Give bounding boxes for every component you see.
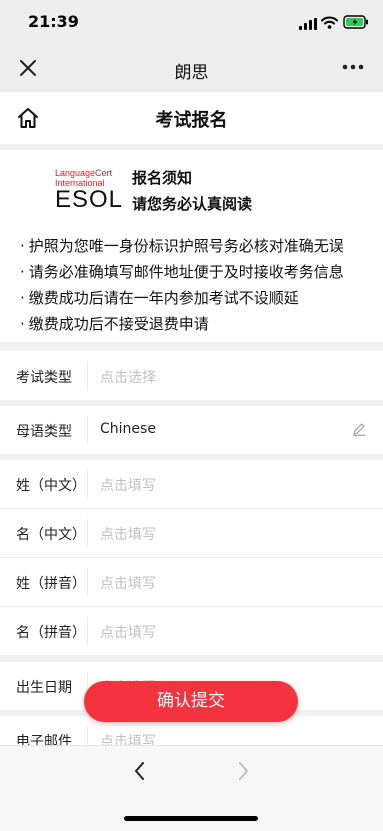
rule-item: · 缴费成功后不接受退费申请 <box>20 315 209 333</box>
languagecert-logo: LanguageCert International ESOL <box>55 168 124 213</box>
surname-cn-field[interactable]: 姓（中文） 点击填写 <box>0 460 383 508</box>
field-label: 姓（拼音） <box>16 576 86 592</box>
more-icon[interactable] <box>342 64 364 70</box>
signal-icon <box>299 18 317 30</box>
page-title: 考试报名 <box>155 110 228 131</box>
rule-item: · 请务必准确填写邮件地址便于及时接收考务信息 <box>20 263 344 281</box>
home-indicator <box>124 816 258 821</box>
field-label: 母语类型 <box>16 424 72 440</box>
nav-title: 朗思 <box>174 63 209 83</box>
native-language-field[interactable]: 母语类型 Chinese <box>0 406 383 454</box>
field-label: 名（拼音） <box>16 625 86 641</box>
forward-arrow-icon[interactable] <box>234 760 252 782</box>
given-cn-input[interactable]: 点击填写 <box>100 524 156 544</box>
status-time: 21:39 <box>28 12 79 31</box>
battery-icon <box>343 15 368 29</box>
surname-pinyin-field[interactable]: 姓（拼音） 点击填写 <box>0 558 383 606</box>
notice-subtitle: 请您务必认真阅读 <box>132 195 253 213</box>
notice-title: 报名须知 <box>132 169 193 187</box>
divider <box>0 342 383 351</box>
given-pinyin-field[interactable]: 名（拼音） 点击填写 <box>0 607 383 655</box>
given-pinyin-input[interactable]: 点击填写 <box>100 622 156 642</box>
field-label: 考试类型 <box>16 370 72 386</box>
native-language-value[interactable]: Chinese <box>100 421 156 437</box>
rule-item: · 护照为您唯一身份标识护照号务必核对准确无误 <box>20 237 344 255</box>
field-label: 名（中文） <box>16 527 86 543</box>
wifi-icon <box>321 16 338 29</box>
rule-item: · 缴费成功后请在一年内参加考试不设顺延 <box>20 289 299 307</box>
surname-cn-input[interactable]: 点击填写 <box>100 475 156 495</box>
field-label: 姓（中文） <box>16 478 86 494</box>
given-cn-field[interactable]: 名（中文） 点击填写 <box>0 509 383 557</box>
field-label: 出生日期 <box>16 680 72 696</box>
notice-rules: · 护照为您唯一身份标识护照号务必核对准确无误 · 请务必准确填写邮件地址便于及时接… <box>20 236 344 340</box>
exam-type-select[interactable]: 点击选择 <box>100 367 156 387</box>
back-arrow-icon[interactable] <box>131 760 149 782</box>
pencil-icon[interactable] <box>352 422 366 436</box>
exam-type-field[interactable]: 考试类型 点击选择 <box>0 352 383 400</box>
confirm-submit-button[interactable]: 确认提交 <box>84 681 298 722</box>
surname-pinyin-input[interactable]: 点击填写 <box>100 573 156 593</box>
